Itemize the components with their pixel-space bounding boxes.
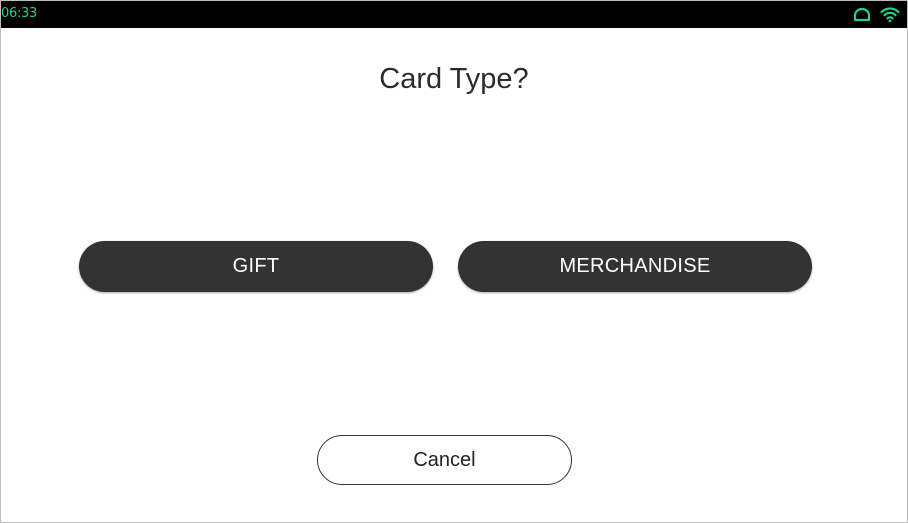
- status-icons: [852, 4, 900, 25]
- page-title: Card Type?: [379, 63, 529, 95]
- status-time: 06:33: [1, 6, 37, 21]
- merchandise-button[interactable]: MERCHANDISE: [458, 241, 812, 292]
- wifi-icon: [880, 6, 900, 23]
- card-type-screen: 06:33 Card Type? GIFT MERCHANDISE Cancel: [0, 0, 908, 523]
- merchandise-button-label: MERCHANDISE: [559, 255, 711, 277]
- cancel-button[interactable]: Cancel: [317, 435, 572, 485]
- gift-button-label: GIFT: [232, 255, 280, 277]
- status-bar: 06:33: [1, 1, 907, 28]
- cloud-icon: [852, 7, 872, 22]
- cancel-button-label: Cancel: [413, 448, 476, 471]
- gift-button[interactable]: GIFT: [79, 241, 433, 292]
